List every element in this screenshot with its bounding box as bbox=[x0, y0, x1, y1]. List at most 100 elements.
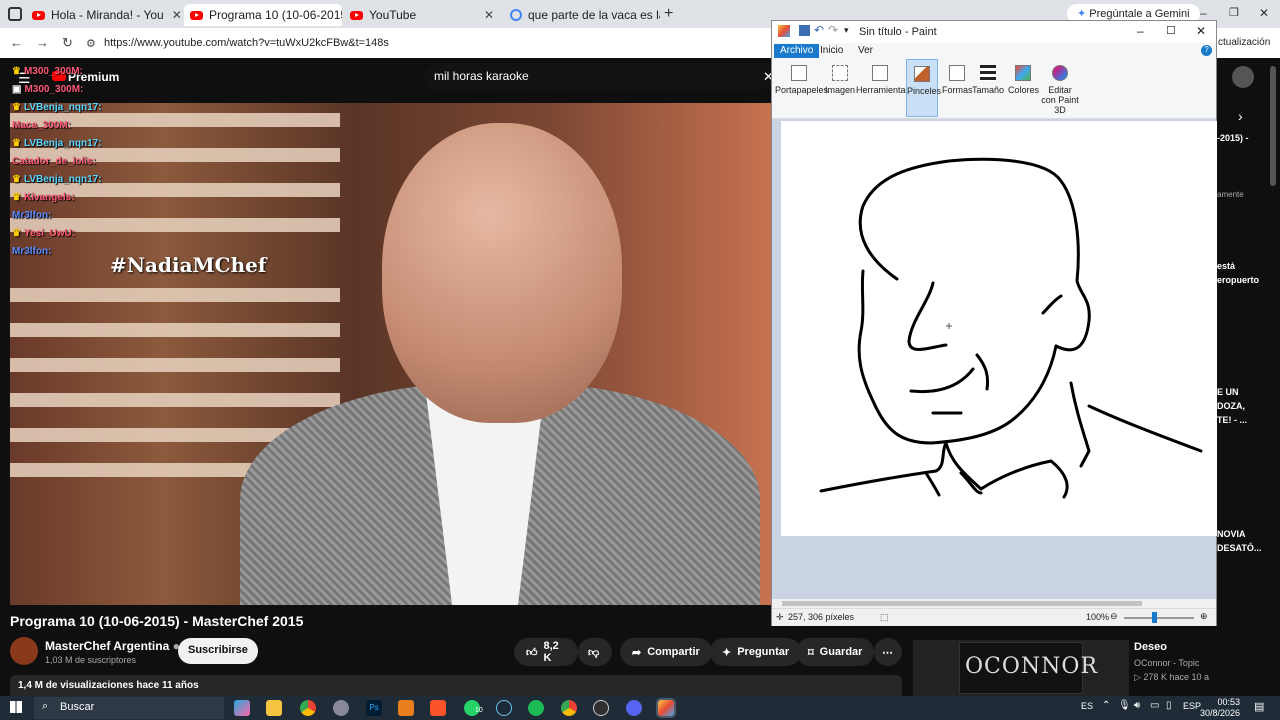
more-options-button[interactable]: ⋯ bbox=[874, 638, 902, 666]
ribbon-group-formas[interactable]: Formas bbox=[942, 59, 973, 117]
paint3d-icon bbox=[1052, 65, 1068, 81]
photoshop-icon[interactable]: Ps bbox=[366, 700, 382, 716]
channel-avatar[interactable] bbox=[10, 637, 38, 665]
tab-inicio[interactable]: Inicio bbox=[814, 44, 849, 58]
close-icon[interactable]: ✕ bbox=[1196, 24, 1206, 38]
winamp-icon[interactable] bbox=[398, 700, 414, 716]
minimize-icon[interactable]: – bbox=[1200, 6, 1207, 20]
minimize-icon[interactable]: – bbox=[1137, 24, 1144, 38]
network-icon[interactable]: ▭ bbox=[1150, 700, 1159, 711]
save-button[interactable]: ⌑ Guardar bbox=[796, 638, 875, 666]
microphone-icon[interactable]: 🎙︎ bbox=[1118, 700, 1131, 711]
chevron-right-icon[interactable]: › bbox=[1238, 108, 1243, 124]
save-icon[interactable] bbox=[799, 25, 810, 36]
save-label: Guardar bbox=[819, 646, 863, 658]
ribbon-group-herramientas[interactable]: Herramientas bbox=[856, 59, 910, 117]
clock[interactable]: 00:53 30/8/2026 bbox=[1200, 697, 1240, 719]
avatar[interactable] bbox=[1232, 66, 1254, 88]
notifications-icon[interactable]: ▤ bbox=[1254, 700, 1264, 713]
ribbon-group-paint3d[interactable]: Editar con Paint 3D bbox=[1040, 59, 1080, 117]
zoom-slider[interactable] bbox=[1124, 617, 1194, 619]
new-tab-icon[interactable]: + bbox=[664, 5, 673, 23]
paint-ribbon: Portapapeles Imagen Herramientas Pincele… bbox=[772, 59, 1216, 119]
language-indicator[interactable]: ES bbox=[1081, 701, 1093, 711]
scroll-thumb[interactable] bbox=[782, 601, 1142, 606]
ribbon-group-imagen[interactable]: Imagen bbox=[824, 59, 856, 117]
volume-icon[interactable]: 🔊︎ bbox=[1134, 700, 1140, 711]
horizontal-scrollbar[interactable] bbox=[772, 599, 1216, 608]
search-input[interactable]: mil horas karaoke bbox=[424, 64, 774, 90]
chat-line: ♛ LVBenja_nqn17: bbox=[12, 170, 152, 188]
close-icon[interactable]: ✕ bbox=[164, 8, 182, 22]
like-button[interactable]: 👍︎ 8,2 K bbox=[514, 638, 578, 666]
maximize-icon[interactable]: ☐ bbox=[1166, 24, 1176, 37]
ask-label: Preguntar bbox=[737, 646, 790, 658]
ribbon-group-colores[interactable]: Colores bbox=[1008, 59, 1039, 117]
close-icon[interactable]: ✕ bbox=[476, 8, 494, 22]
collapse-ribbon-icon[interactable]: ⌃ bbox=[1188, 45, 1196, 56]
reload-icon[interactable]: ↻ bbox=[62, 35, 73, 51]
zoom-out-icon[interactable]: ⊖ bbox=[1110, 611, 1118, 622]
update-button[interactable]: ctualización bbox=[1218, 37, 1270, 48]
canvas-area bbox=[772, 119, 1217, 599]
zoom-level: 100% bbox=[1086, 612, 1110, 622]
zoom-in-icon[interactable]: ⊕ bbox=[1200, 611, 1208, 622]
bookmark-icon: ⌑ bbox=[808, 646, 814, 659]
ribbon-group-tamano[interactable]: Tamaño bbox=[972, 59, 1004, 117]
channel-name[interactable]: MasterChef Argentina ● bbox=[45, 639, 180, 653]
spotify-icon[interactable] bbox=[528, 700, 544, 716]
forward-icon[interactable]: → bbox=[36, 35, 49, 50]
zoom-slider-thumb[interactable] bbox=[1152, 612, 1157, 623]
drawing-canvas[interactable] bbox=[781, 121, 1217, 536]
group-label: Editar con Paint 3D bbox=[1041, 85, 1079, 115]
tab-programa-10[interactable]: Programa 10 (10-06-2015) - M ✕ bbox=[184, 4, 342, 26]
discord-icon[interactable] bbox=[626, 700, 642, 716]
copilot-icon[interactable] bbox=[234, 700, 250, 716]
obs-icon[interactable] bbox=[593, 700, 609, 716]
chrome-icon[interactable] bbox=[561, 700, 577, 716]
close-window-icon[interactable]: ✕ bbox=[1259, 6, 1269, 20]
tab-groups-icon[interactable] bbox=[8, 7, 22, 21]
tab-youtube[interactable]: YouTube ✕ bbox=[344, 4, 500, 26]
tab-title: YouTube bbox=[369, 8, 417, 22]
maximize-icon[interactable]: ❐ bbox=[1229, 6, 1239, 19]
share-button[interactable]: ➦ Compartir bbox=[620, 638, 712, 666]
help-icon[interactable]: ? bbox=[1201, 45, 1212, 56]
tab-google-search[interactable]: que parte de la vaca es la molle ✕ bbox=[504, 4, 660, 26]
recommended-title[interactable]: Deseo bbox=[1134, 641, 1167, 653]
site-info-icon[interactable]: ⚙ bbox=[86, 37, 96, 50]
steam-icon[interactable] bbox=[496, 700, 512, 716]
tab-archivo[interactable]: Archivo bbox=[774, 44, 820, 58]
dislike-button[interactable]: 👎︎ bbox=[578, 638, 612, 666]
brave-icon[interactable] bbox=[430, 700, 446, 716]
ribbon-group-portapapeles[interactable]: Portapapeles bbox=[775, 59, 828, 117]
channel-name-text: MasterChef Argentina bbox=[45, 639, 170, 653]
paint-icon[interactable] bbox=[656, 698, 676, 718]
windows-start-icon[interactable] bbox=[10, 701, 22, 713]
app-icon[interactable] bbox=[333, 700, 349, 716]
back-icon[interactable]: ← bbox=[10, 35, 23, 50]
undo-icon[interactable]: ↶ bbox=[814, 23, 824, 37]
keyboard-layout[interactable]: ESP bbox=[1183, 701, 1201, 711]
recommended-thumbnail[interactable]: OCONNOR bbox=[913, 640, 1129, 696]
subscribe-button[interactable]: Suscribirse bbox=[178, 638, 258, 664]
redo-icon[interactable]: ↷ bbox=[828, 23, 838, 37]
paint-titlebar: ↶ ↷ ▾ Sin título - Paint – ☐ ✕ bbox=[772, 21, 1216, 43]
url-field[interactable]: https://www.youtube.com/watch?v=tuWxU2kc… bbox=[104, 37, 389, 49]
ask-button[interactable]: ✦ Preguntar bbox=[710, 638, 802, 666]
scrollbar[interactable] bbox=[1270, 66, 1276, 186]
side-snippet: DOZA, bbox=[1217, 401, 1245, 411]
taskbar-search[interactable]: ⌕ Buscar bbox=[34, 697, 224, 719]
paint-window: ↶ ↷ ▾ Sin título - Paint – ☐ ✕ Archivo I… bbox=[771, 20, 1217, 626]
chevron-up-icon[interactable]: ⌃ bbox=[1102, 700, 1110, 711]
quick-access-dropdown-icon[interactable]: ▾ bbox=[844, 25, 849, 36]
tab-ver[interactable]: Ver bbox=[852, 44, 879, 58]
paint-title: Sin título - Paint bbox=[859, 26, 937, 38]
video-title: Programa 10 (10-06-2015) - MasterChef 20… bbox=[10, 613, 304, 629]
ribbon-group-pinceles[interactable]: Pinceles bbox=[906, 59, 941, 117]
sparkle-icon: ✦ bbox=[722, 646, 732, 659]
chrome-icon[interactable] bbox=[300, 700, 316, 716]
battery-icon[interactable]: ▯ bbox=[1166, 700, 1172, 711]
tab-hola-miranda[interactable]: Hola - Miranda! - You ✕ bbox=[26, 4, 186, 26]
file-explorer-icon[interactable] bbox=[266, 700, 282, 716]
